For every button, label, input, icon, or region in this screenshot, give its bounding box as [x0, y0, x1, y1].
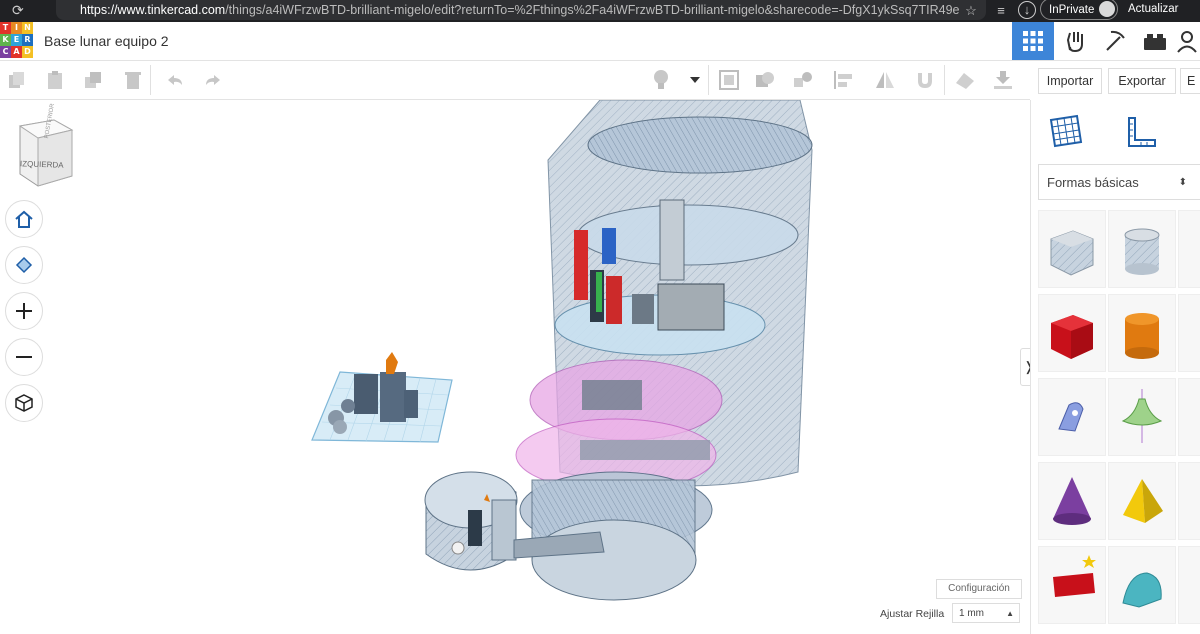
- hand-icon: [1066, 32, 1083, 53]
- document-title[interactable]: Base lunar equipo 2: [44, 33, 169, 49]
- ungroup-icon[interactable]: [790, 67, 816, 93]
- logo-letter: R: [22, 34, 33, 46]
- note-icon[interactable]: [716, 67, 742, 93]
- perspective-button[interactable]: [5, 384, 43, 422]
- shape-cone[interactable]: [1038, 462, 1106, 540]
- shape-cylinder[interactable]: [1108, 294, 1176, 372]
- align-icon[interactable]: [830, 67, 856, 93]
- inprivate-label: InPrivate: [1049, 4, 1095, 16]
- home-icon: [15, 210, 33, 228]
- snap-grid-value: 1 mm: [959, 608, 984, 619]
- workplane-tool-icon[interactable]: [1047, 112, 1083, 153]
- shape-text[interactable]: [1038, 546, 1106, 624]
- shape-pyramid[interactable]: [1108, 462, 1176, 540]
- fit-icon: [15, 256, 33, 274]
- shape-box-hole[interactable]: [1038, 210, 1106, 288]
- send-to-button[interactable]: E: [1180, 68, 1200, 94]
- favorites-icon[interactable]: ≡: [992, 2, 1010, 20]
- ruler-tool-icon[interactable]: [1123, 114, 1159, 155]
- 3d-viewport[interactable]: IZQUIERDA POSTERIOR: [0, 100, 1030, 634]
- shape-paraboloid[interactable]: [1108, 378, 1176, 456]
- moon-base-tower: [515, 100, 813, 601]
- url-host: https://www.tinkercad.com: [80, 3, 226, 17]
- import-button[interactable]: Importar: [1038, 68, 1102, 94]
- shape-wedge[interactable]: [1178, 462, 1200, 540]
- chevron-up-icon: ▲: [1006, 609, 1014, 618]
- zoom-out-button[interactable]: [5, 338, 43, 376]
- logo-letter: D: [22, 46, 33, 58]
- snap-grid-label: Ajustar Rejilla: [880, 608, 945, 620]
- lego-button[interactable]: [1134, 22, 1176, 60]
- toolbar-divider: [944, 65, 945, 95]
- duplicate-icon[interactable]: [80, 67, 106, 93]
- drop-icon[interactable]: [990, 67, 1016, 93]
- update-button[interactable]: Actualizar: [1128, 0, 1179, 18]
- address-bar[interactable]: https://www.tinkercad.com/things/a4iWFrz…: [56, 0, 986, 20]
- logo-letter: I: [11, 22, 22, 34]
- browser-bar: ⟳ https://www.tinkercad.com/things/a4iWF…: [0, 0, 1200, 22]
- delete-icon[interactable]: [120, 67, 146, 93]
- pickaxe-icon: [1106, 30, 1125, 51]
- toolbar-divider: [150, 65, 151, 95]
- group-icon[interactable]: [752, 67, 778, 93]
- logo-letter: T: [0, 22, 11, 34]
- shape-half-cylinder[interactable]: [1108, 546, 1176, 624]
- user-icon: [1177, 31, 1197, 53]
- download-icon[interactable]: ↓: [1018, 1, 1036, 19]
- chevron-updown-icon: ⬍: [1178, 177, 1187, 188]
- mirror-icon[interactable]: [872, 67, 898, 93]
- reload-icon[interactable]: ⟳: [12, 2, 28, 18]
- minus-icon: [16, 356, 32, 358]
- chevron-down-icon[interactable]: [682, 67, 708, 93]
- redo-icon[interactable]: [200, 67, 226, 93]
- fit-view-button[interactable]: [5, 246, 43, 284]
- bricks-button[interactable]: [1094, 22, 1136, 60]
- profile-button[interactable]: [1174, 22, 1200, 60]
- scene-render[interactable]: [0, 100, 1030, 634]
- cruise-icon[interactable]: [912, 67, 938, 93]
- snap-grid-select[interactable]: 1 mm ▲: [952, 603, 1020, 623]
- secondary-workplane: [311, 352, 453, 443]
- logo-letter: E: [11, 34, 22, 46]
- view-cube[interactable]: IZQUIERDA POSTERIOR: [14, 103, 78, 188]
- plus-icon: [16, 303, 32, 319]
- grid-view-button[interactable]: [1012, 22, 1054, 60]
- url-text: https://www.tinkercad.com/things/a4iWFrz…: [80, 3, 960, 17]
- undo-icon[interactable]: [162, 67, 188, 93]
- shape-category-select[interactable]: Formas básicas ⬍: [1038, 164, 1200, 200]
- url-path: /things/a4iWFrzwBTD-brilliant-migelo/edi…: [225, 3, 960, 17]
- shape-sphere[interactable]: [1178, 294, 1200, 372]
- logo-letter: C: [0, 46, 11, 58]
- workplane-icon[interactable]: [952, 67, 978, 93]
- shape-box[interactable]: [1038, 294, 1106, 372]
- grid-icon: [1023, 31, 1043, 51]
- copy-icon[interactable]: [4, 67, 30, 93]
- inprivate-badge[interactable]: InPrivate: [1040, 0, 1118, 20]
- shape-roof[interactable]: [1178, 378, 1200, 456]
- shape-star[interactable]: [1178, 546, 1200, 624]
- view-cube-front-label[interactable]: IZQUIERDA: [20, 159, 64, 170]
- brick-icon: [1144, 34, 1166, 50]
- shape-sphere-hole[interactable]: [1178, 210, 1200, 288]
- logo-letter: K: [0, 34, 11, 46]
- cube-icon: [15, 394, 33, 412]
- blocks-button[interactable]: [1054, 22, 1096, 60]
- profile-avatar: [1099, 1, 1115, 17]
- paste-icon[interactable]: [42, 67, 68, 93]
- home-view-button[interactable]: [5, 200, 43, 238]
- shape-cylinder-hole[interactable]: [1108, 210, 1176, 288]
- tinkercad-logo[interactable]: TINKERCAD: [0, 22, 33, 58]
- favorite-star-icon[interactable]: ☆: [962, 2, 980, 20]
- settings-button[interactable]: Configuración: [936, 579, 1022, 599]
- shape-scribble[interactable]: [1038, 378, 1106, 456]
- zoom-in-button[interactable]: [5, 292, 43, 330]
- toolbar-divider: [708, 65, 709, 95]
- logo-letter: N: [22, 22, 33, 34]
- lightbulb-icon[interactable]: [648, 67, 674, 93]
- shape-category-value: Formas básicas: [1047, 175, 1139, 190]
- export-button[interactable]: Exportar: [1108, 68, 1176, 94]
- logo-letter: A: [11, 46, 22, 58]
